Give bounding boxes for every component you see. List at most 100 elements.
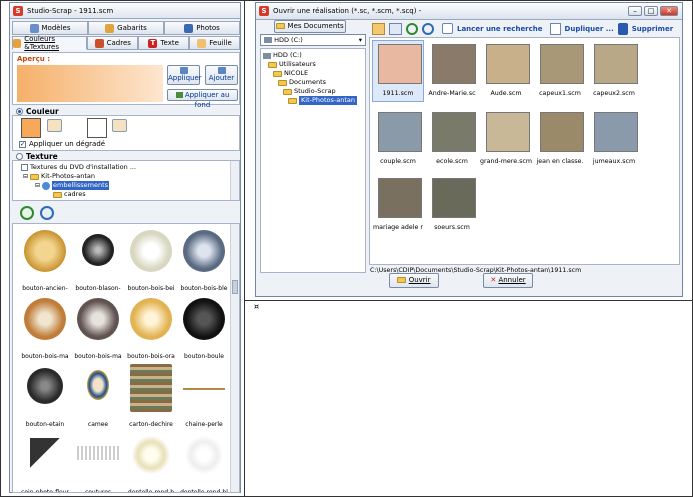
thumbnail-view-icon[interactable]: [372, 22, 385, 35]
primary-color-swatch[interactable]: [21, 118, 41, 138]
item-label: carton-dechire: [129, 421, 173, 428]
file-andre-marie[interactable]: Andre-Marie.sc: [428, 42, 476, 97]
couleur-radio[interactable]: [16, 108, 23, 115]
item-label: dentelle-rond-bl: [180, 489, 228, 493]
minimize-button[interactable]: –: [628, 6, 642, 16]
file-ecole[interactable]: ecole.scm: [428, 110, 476, 165]
tab-cadres[interactable]: Cadres: [87, 36, 139, 50]
file-name: jumeaux.scm: [592, 158, 636, 165]
scroll-thumb[interactable]: [232, 280, 238, 294]
file-mariage-adele[interactable]: mariage adele r: [373, 176, 423, 231]
apply-button[interactable]: Appliquer: [167, 65, 202, 85]
drive-select[interactable]: HDD (C:) ▾: [260, 34, 366, 46]
dialog-title-bar: S Ouvrir une réalisation (*.sc, *.scm, *…: [256, 3, 682, 20]
file-couple[interactable]: couple.scm: [374, 110, 422, 165]
gradient-option[interactable]: ✓ Appliquer un dégradé: [19, 140, 105, 148]
item-label: bouton-etain: [25, 421, 65, 428]
tab-label: Texte: [160, 39, 179, 47]
file-capeux1[interactable]: capeux1.scm: [536, 42, 584, 97]
open-label: Ouvrir: [408, 276, 431, 284]
button-image: [24, 298, 66, 340]
tree-item-kit[interactable]: ⊟ Kit-Photos-antan: [21, 172, 239, 181]
file-aude[interactable]: Aude.scm: [482, 42, 530, 97]
folder-label: Studio-Scrap: [294, 87, 336, 95]
color-picker-icon-2[interactable]: [112, 119, 127, 132]
tree-item-dvd[interactable]: Textures du DVD d'installation ...: [21, 163, 239, 172]
file-jean-en-classe[interactable]: jean en classe.: [536, 110, 584, 165]
add-icon: [217, 67, 226, 74]
zoom-in-icon[interactable]: [20, 206, 34, 220]
button-image: [27, 368, 63, 404]
zoom-in-icon[interactable]: [406, 22, 418, 35]
folder-documents[interactable]: Documents: [263, 78, 365, 87]
dialog-app-icon: S: [259, 6, 269, 16]
item-label: dentelle-rond-b: [127, 489, 175, 493]
sheet-icon: [197, 38, 207, 48]
apply-background-button[interactable]: Appliquer au fond: [167, 89, 238, 109]
folder-nicole[interactable]: NICOLE: [263, 69, 365, 78]
text-icon: T: [148, 38, 158, 48]
file-name: jean en classe.: [536, 158, 584, 165]
file-capeux2[interactable]: capeux2.scm: [590, 42, 638, 97]
secondary-color-swatch[interactable]: [87, 118, 107, 138]
delete-icon[interactable]: [617, 22, 628, 35]
search-icon[interactable]: [442, 23, 453, 34]
folder-icon: [30, 173, 40, 180]
delete-button[interactable]: Supprimer: [632, 25, 673, 33]
studio-scrap-window: S Studio-Scrap - 1911.scm Modèles Gabari…: [9, 2, 241, 493]
studio-title: Studio-Scrap - 1911.scm: [27, 6, 114, 15]
folder-label: Kit-Photos-antan: [299, 96, 357, 105]
color-preview: [17, 65, 163, 102]
close-button[interactable]: ✕: [660, 6, 678, 16]
folder-studio-scrap[interactable]: Studio-Scrap: [263, 87, 365, 96]
lace-image: [130, 434, 172, 476]
file-name: Andre-Marie.sc: [428, 90, 476, 97]
pearl-chain-image: [183, 388, 225, 390]
tab-label: Gabarits: [117, 24, 147, 32]
item-label: bouton-blason-: [75, 285, 121, 292]
file-jumeaux[interactable]: jumeaux.scm: [590, 110, 638, 165]
thumbnail: [540, 112, 584, 152]
my-documents-button[interactable]: Mes Documents: [274, 20, 346, 33]
folder-utilisateurs[interactable]: Utilisateurs: [263, 60, 365, 69]
maximize-button[interactable]: □: [644, 6, 658, 16]
drive-icon: [264, 37, 272, 43]
tab-label: Couleurs &Textures: [24, 35, 59, 51]
my-documents-label: Mes Documents: [287, 22, 344, 30]
tab-label: Feuille: [209, 39, 232, 47]
frames-icon: [94, 38, 104, 48]
open-button[interactable]: Ouvrir: [389, 273, 439, 288]
chevron-down-icon[interactable]: ▾: [359, 35, 362, 45]
tab-texte[interactable]: T Texte: [138, 36, 190, 50]
list-view-icon[interactable]: [389, 22, 402, 35]
folder-icon: [273, 70, 282, 77]
tab-couleurs-textures[interactable]: Couleurs &Textures: [12, 35, 88, 51]
tab-feuille[interactable]: Feuille: [189, 36, 240, 50]
tab-gabarits[interactable]: Gabarits: [88, 21, 164, 35]
tree-item-cadres[interactable]: cadres: [21, 190, 239, 199]
file-soeurs[interactable]: soeurs.scm: [428, 176, 476, 231]
file-grand-mere[interactable]: grand-mere.scm: [480, 110, 532, 165]
color-picker-icon[interactable]: [47, 119, 62, 132]
texture-radio[interactable]: [16, 153, 23, 160]
tab-photos[interactable]: Photos: [164, 21, 240, 35]
duplicate-icon[interactable]: [549, 22, 561, 35]
item-label: bouton-ancien-: [22, 285, 68, 292]
thumbnail: [378, 112, 422, 152]
tree-scrollbar[interactable]: [230, 161, 239, 200]
tree-item-embellissements[interactable]: ⊟ embellissements: [21, 181, 239, 190]
file-1911[interactable]: 1911.scm: [374, 42, 422, 97]
cancel-button[interactable]: ✕ Annuler: [483, 273, 533, 288]
thumbnail: [594, 44, 638, 84]
zoom-out-icon[interactable]: [40, 206, 54, 220]
column-divider: [244, 0, 245, 497]
add-button[interactable]: Ajouter: [205, 65, 238, 85]
zoom-out-icon[interactable]: [422, 22, 434, 35]
drive-icon: [263, 52, 271, 59]
gradient-checkbox[interactable]: ✓: [19, 140, 26, 148]
search-button[interactable]: Lancer une recherche: [457, 25, 543, 33]
duplicate-button[interactable]: Dupliquer ...: [565, 25, 614, 33]
tab-modeles[interactable]: Modèles: [12, 21, 88, 35]
folder-kit-photos-antan[interactable]: Kit-Photos-antan: [263, 96, 365, 105]
folder-hdd[interactable]: HDD (C:): [263, 51, 365, 60]
